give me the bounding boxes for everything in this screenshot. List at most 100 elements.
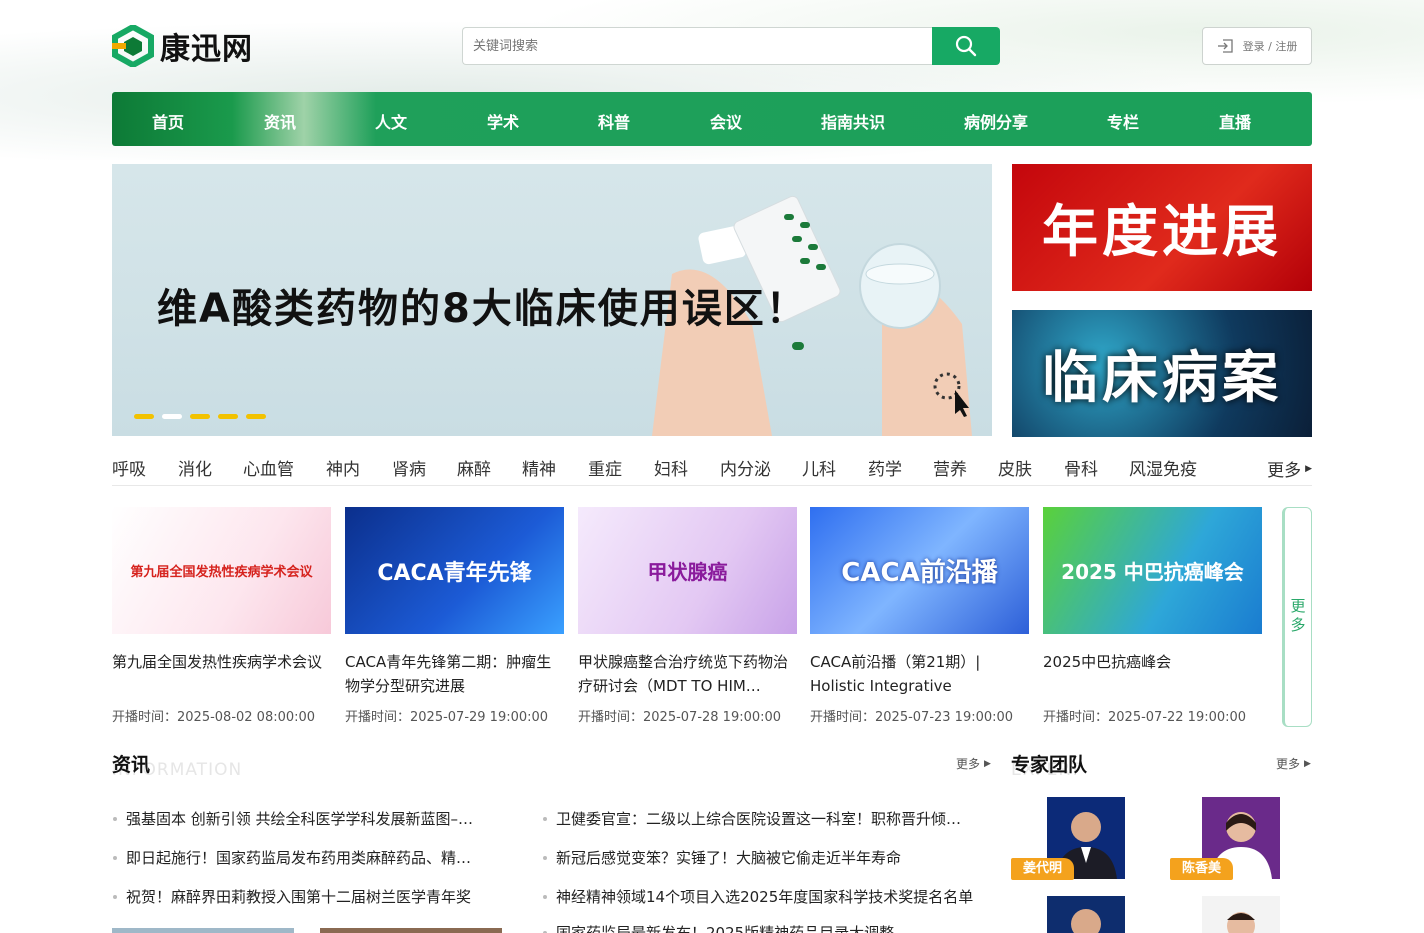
search-input[interactable] (462, 27, 932, 65)
search-button[interactable] (932, 27, 1000, 65)
avatar (1202, 896, 1280, 933)
carousel-dot[interactable] (190, 414, 210, 419)
category-item[interactable]: 营养 (933, 455, 967, 480)
live-card[interactable]: 2025 中巴抗癌峰会 2025中巴抗癌峰会 开播时间：2025-07-22 1… (1043, 507, 1262, 725)
promo-annual-progress[interactable]: 年度进展 (1012, 164, 1312, 291)
news-thumbnail[interactable] (320, 928, 502, 933)
category-item[interactable]: 儿科 (802, 455, 836, 480)
live-thumbnail: 甲状腺癌 (578, 507, 797, 634)
nav-item-science[interactable]: 科普 (598, 109, 630, 133)
expert-name-tag: 陈香美 (1170, 858, 1234, 880)
category-item[interactable]: 精神 (522, 455, 556, 480)
expert-name-tag: 姜代明 (1011, 858, 1075, 880)
live-card[interactable]: 第九届全国发热性疾病学术会议 第九届全国发热性疾病学术会议 开播时间：2025-… (112, 507, 331, 725)
thumb-caption: 第九届全国发热性疾病学术会议 (130, 565, 313, 580)
logo-text: 康迅网 (160, 32, 253, 67)
nav-item-cases[interactable]: 病例分享 (964, 109, 1028, 133)
more-label: 更多 (956, 757, 981, 771)
hero-carousel[interactable]: 维A酸类药物的8大临床使用误区！ (112, 164, 992, 436)
carousel-dot[interactable] (134, 414, 154, 419)
site-logo[interactable]: 康迅网 (112, 22, 253, 70)
caret-right-icon: ▶ (984, 758, 991, 769)
news-item[interactable]: 祝贺！麻醉界田莉教授入围第十二届树兰医学青年奖 (112, 886, 471, 907)
login-icon (1217, 39, 1233, 53)
nav-item-columns[interactable]: 专栏 (1107, 109, 1139, 133)
live-time: 开播时间：2025-07-28 19:00:00 (578, 710, 782, 725)
thumb-caption: 甲状腺癌 (647, 560, 728, 584)
live-time: 开播时间：2025-08-02 08:00:00 (112, 710, 316, 725)
promo-clinical-cases[interactable]: 临床病案 (1012, 310, 1312, 437)
login-register-button[interactable]: 登录 / 注册 (1202, 27, 1312, 65)
carousel-dot[interactable] (246, 414, 266, 419)
live-thumbnail: CACA前沿播 (810, 507, 1029, 634)
expert-photo[interactable] (1202, 896, 1280, 933)
live-card[interactable]: CACA青年先锋 CACA青年先锋第二期：肿瘤生物学分型研究进展 开播时间：20… (345, 507, 564, 725)
caret-right-icon: ▶ (1305, 463, 1312, 474)
news-item[interactable]: 强基固本 创新引领 共绘全科医学学科发展新蓝图–… (112, 808, 473, 829)
login-label: 登录 / 注册 (1242, 40, 1298, 53)
expert-photo[interactable] (1047, 896, 1125, 933)
logo-icon (112, 23, 154, 69)
live-time: 开播时间：2025-07-23 19:00:00 (810, 710, 1014, 725)
news-item[interactable]: 国家药监局最新发布！2025版精神药品目录大调整 (542, 922, 894, 933)
live-card[interactable]: CACA前沿播 CACA前沿播（第21期）| Holistic Integrat… (810, 507, 1029, 725)
nav-item-news[interactable]: 资讯 (264, 109, 296, 133)
nav-item-home[interactable]: 首页 (152, 109, 184, 133)
live-title: 第九届全国发热性疾病学术会议 (112, 653, 323, 671)
category-item[interactable]: 骨科 (1064, 455, 1098, 480)
avatar (1047, 896, 1125, 933)
nav-item-live[interactable]: 直播 (1219, 109, 1251, 133)
live-title: CACA前沿播（第21期）| Holistic Integrative Onco… (810, 653, 981, 695)
thumb-caption: CACA青年先锋 (377, 560, 532, 586)
nav-item-academic[interactable]: 学术 (487, 109, 519, 133)
live-card[interactable]: 甲状腺癌 甲状腺癌整合治疗统览下药物治疗研讨会（MDT TO HIM… 开播时间… (578, 507, 797, 725)
category-item[interactable]: 麻醉 (457, 455, 491, 480)
category-item[interactable]: 风湿免疫 (1129, 455, 1197, 480)
category-item[interactable]: 神内 (326, 455, 360, 480)
carousel-dots (134, 414, 266, 419)
experts-section-header: 专家团队 EXPERT (1011, 750, 1087, 780)
news-thumbnail[interactable] (112, 928, 294, 933)
category-item[interactable]: 药学 (868, 455, 902, 480)
live-thumbnail: 2025 中巴抗癌峰会 (1043, 507, 1262, 634)
search-icon (955, 35, 977, 57)
live-time: 开播时间：2025-07-29 19:00:00 (345, 710, 549, 725)
carousel-dot[interactable] (218, 414, 238, 419)
news-item[interactable]: 新冠后感觉变笨？实锤了！大脑被它偷走近半年寿命 (542, 847, 901, 868)
category-item[interactable]: 消化 (178, 455, 212, 480)
category-item[interactable]: 重症 (588, 455, 622, 480)
live-title: CACA青年先锋第二期：肿瘤生物学分型研究进展 (345, 653, 552, 695)
news-more-link[interactable]: 更多 ▶ (956, 755, 991, 772)
live-thumbnail: 第九届全国发热性疾病学术会议 (112, 507, 331, 634)
news-section-title: 资讯 (112, 754, 151, 776)
categories-more-link[interactable]: 更多 ▶ (1267, 456, 1312, 481)
header: 康迅网 登录 / 注册 (112, 20, 1312, 72)
main-nav: 首页 资讯 人文 学术 科普 会议 指南共识 病例分享 专栏 直播 (112, 92, 1312, 146)
more-label: 更多 (1276, 757, 1301, 771)
nav-item-meeting[interactable]: 会议 (710, 109, 742, 133)
live-more-button[interactable]: 更多 (1282, 507, 1312, 727)
banner-title: 维A酸类药物的8大临床使用误区！ (157, 286, 808, 332)
carousel-dot[interactable] (162, 414, 182, 419)
live-thumbnail: CACA青年先锋 (345, 507, 564, 634)
news-item[interactable]: 神经精神领域14个项目入选2025年度国家科学技术奖提名名单 (542, 886, 973, 907)
nav-item-humanities[interactable]: 人文 (375, 109, 407, 133)
live-title: 甲状腺癌整合治疗统览下药物治疗研讨会（MDT TO HIM… (578, 653, 789, 695)
experts-more-link[interactable]: 更多 ▶ (1276, 755, 1311, 772)
category-item[interactable]: 心血管 (243, 455, 294, 480)
category-bar: 呼吸 消化 心血管 神内 肾病 麻醉 精神 重症 妇科 内分泌 儿科 药学 营养… (112, 450, 1312, 486)
search-bar (462, 27, 1000, 65)
news-section-header: 资讯 INFORMATION (112, 750, 241, 780)
live-title: 2025中巴抗癌峰会 (1043, 653, 1172, 671)
category-item[interactable]: 肾病 (392, 455, 426, 480)
thumb-caption: CACA前沿播 (841, 558, 998, 588)
nav-item-guidelines[interactable]: 指南共识 (821, 109, 885, 133)
category-item[interactable]: 妇科 (654, 455, 688, 480)
live-time: 开播时间：2025-07-22 19:00:00 (1043, 710, 1247, 725)
news-item[interactable]: 即日起施行！国家药监局发布药用类麻醉药品、精… (112, 847, 471, 868)
news-item[interactable]: 卫健委官宣：二级以上综合医院设置这一科室！职称晋升倾… (542, 808, 961, 829)
category-item[interactable]: 内分泌 (720, 455, 771, 480)
more-label: 更多 (1267, 461, 1302, 481)
category-item[interactable]: 皮肤 (998, 455, 1032, 480)
category-item[interactable]: 呼吸 (112, 455, 146, 480)
